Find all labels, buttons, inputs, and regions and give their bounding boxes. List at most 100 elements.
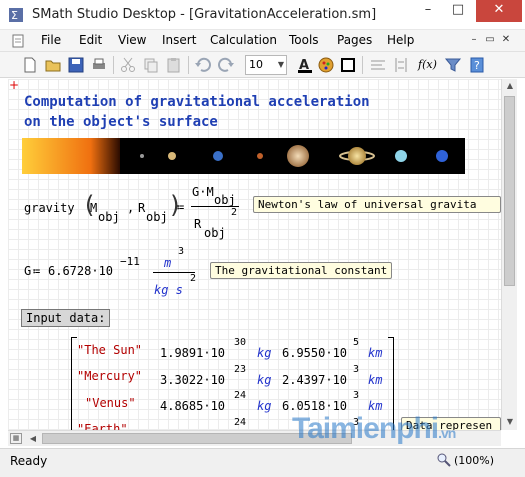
matrix-cell-mass-exponent: 24 [234, 417, 247, 428]
border-icon[interactable] [338, 55, 358, 75]
worksheet[interactable]: + Computation of gravitational accelerat… [8, 79, 501, 430]
assign-operator: ≔ [33, 264, 41, 278]
svg-text:?: ? [474, 59, 480, 72]
matrix-cell-radius-exponent: 3 [353, 390, 360, 401]
menu-pages[interactable]: Pages [337, 33, 372, 47]
menu-calculation[interactable]: Calculation [210, 33, 277, 47]
matrix-cell-mass: 1.9891·10 [160, 346, 226, 360]
toolbar-separator [113, 56, 114, 74]
print-icon[interactable] [89, 55, 109, 75]
scroll-up-icon[interactable]: ▲ [502, 81, 518, 90]
help-icon[interactable]: ? [467, 55, 487, 75]
scrollbar-thumb[interactable] [504, 96, 515, 286]
matrix-cell-radius-exponent: 5 [353, 337, 360, 348]
comment-gravitational-constant[interactable]: The gravitational constant [210, 262, 393, 279]
svg-text:Σ: Σ [11, 9, 18, 22]
constant-value: 6.6728·10 [48, 264, 114, 278]
matrix-cell-name: "Earth" [77, 422, 128, 430]
solar-system-image [22, 138, 465, 174]
redo-icon[interactable] [216, 55, 236, 75]
matrix-cell-radius-unit: km [368, 346, 383, 360]
matrix-cell-name: "Mercury" [77, 369, 143, 383]
insertion-cursor: + [9, 79, 20, 92]
title-bar: Σ SMath Studio Desktop - [GravitationAcc… [0, 0, 525, 30]
title-line: on the object's surface [24, 114, 218, 130]
menu-tools[interactable]: Tools [289, 33, 319, 47]
close-button[interactable]: ✕ [476, 0, 522, 22]
app-icon: Σ [9, 8, 23, 22]
scroll-left-icon[interactable]: ◀ [25, 434, 41, 443]
document-icon [12, 34, 24, 48]
menu-file[interactable]: File [41, 33, 61, 47]
matrix-cell-mass-unit: kg [257, 346, 272, 360]
matrix-cell-mass-exponent: 23 [234, 364, 247, 375]
align-icon[interactable] [368, 55, 388, 75]
watermark-text: Taimienphi [292, 412, 439, 445]
cut-icon[interactable] [118, 55, 138, 75]
save-icon[interactable] [66, 55, 86, 75]
worksheet-title: Computation of gravitational acceleratio… [24, 92, 370, 132]
matrix-cell-radius: 2.4397·10 [282, 373, 348, 387]
status-text: Ready [10, 454, 48, 468]
matrix-cell-mass-unit: kg [257, 399, 272, 413]
matrix-cell-radius-unit: km [368, 373, 383, 387]
menu-help[interactable]: Help [387, 33, 414, 47]
numerator: G·M [192, 185, 214, 199]
scroll-down-icon[interactable]: ▼ [502, 417, 518, 426]
matrix-cell-radius: 6.0518·10 [282, 399, 348, 413]
unit-numerator-exponent: 3 [178, 246, 185, 257]
window-title: SMath Studio Desktop - [GravitationAccel… [32, 7, 377, 22]
new-icon[interactable] [20, 55, 40, 75]
arg-radius-sub: obj [146, 210, 168, 224]
copy-icon[interactable] [141, 55, 161, 75]
denominator-exponent: 2 [231, 207, 238, 218]
mdi-minimize-button[interactable]: – [468, 34, 480, 46]
maximize-button[interactable]: □ [444, 0, 472, 22]
filter-icon[interactable] [443, 55, 463, 75]
font-size-select[interactable]: 10 ▼ [245, 55, 287, 75]
undo-icon[interactable] [193, 55, 213, 75]
page-view-icon[interactable]: ▦ [10, 433, 22, 444]
title-line: Computation of gravitational acceleratio… [24, 94, 370, 110]
minimize-button[interactable]: – [414, 0, 442, 22]
fraction-bar [153, 272, 195, 273]
matrix-cell-mass-exponent: 30 [234, 337, 247, 348]
toolbar-separator [188, 56, 189, 74]
unit-denominator: kg s [154, 283, 183, 297]
function-icon[interactable]: f(x) [418, 55, 438, 75]
zoom-icon[interactable] [436, 452, 452, 468]
matrix-cell-mass: 3.3022·10 [160, 373, 226, 387]
matrix-cell-mass-exponent: 24 [234, 390, 247, 401]
denominator-sub: obj [204, 226, 226, 240]
matrix-cell-radius: 6.9550·10 [282, 346, 348, 360]
toolbar-separator [362, 56, 363, 74]
zoom-level[interactable]: (100%) [454, 454, 494, 467]
constant-exponent: −11 [120, 255, 140, 268]
matrix-cell-mass: 4.8685·10 [160, 399, 226, 413]
input-data-label[interactable]: Input data: [21, 309, 111, 327]
mdi-restore-button[interactable]: ▭ [484, 34, 496, 46]
matrix-cell-radius-unit: km [368, 399, 383, 413]
menu-insert[interactable]: Insert [162, 33, 196, 47]
menu-edit[interactable]: Edit [79, 33, 102, 47]
unit-denominator-exponent: 2 [190, 273, 197, 284]
paste-icon[interactable] [164, 55, 184, 75]
mdi-close-button[interactable]: ✕ [500, 34, 512, 46]
matrix-cell-name: "The Sun" [77, 343, 143, 357]
open-icon[interactable] [43, 55, 63, 75]
denominator: R [194, 217, 202, 231]
menu-view[interactable]: View [118, 33, 146, 47]
vertical-scrollbar[interactable]: ▲ ▼ [501, 79, 517, 430]
watermark-suffix: .vn [438, 425, 456, 441]
numerator-sub: obj [214, 193, 236, 207]
fill-color-icon[interactable] [316, 55, 336, 75]
arg-mass: M [90, 201, 98, 215]
unit-numerator: m [164, 256, 172, 270]
font-color-icon[interactable]: A [295, 55, 315, 75]
matrix-cell-radius-exponent: 3 [353, 364, 360, 375]
arg-comma: , [127, 201, 135, 215]
gravity-lhs: gravity [24, 201, 75, 215]
insert-matrix-icon[interactable] [391, 55, 411, 75]
constant-lhs: G [24, 264, 32, 278]
comment-newton-law[interactable]: Newton's law of universal gravita [253, 196, 501, 213]
